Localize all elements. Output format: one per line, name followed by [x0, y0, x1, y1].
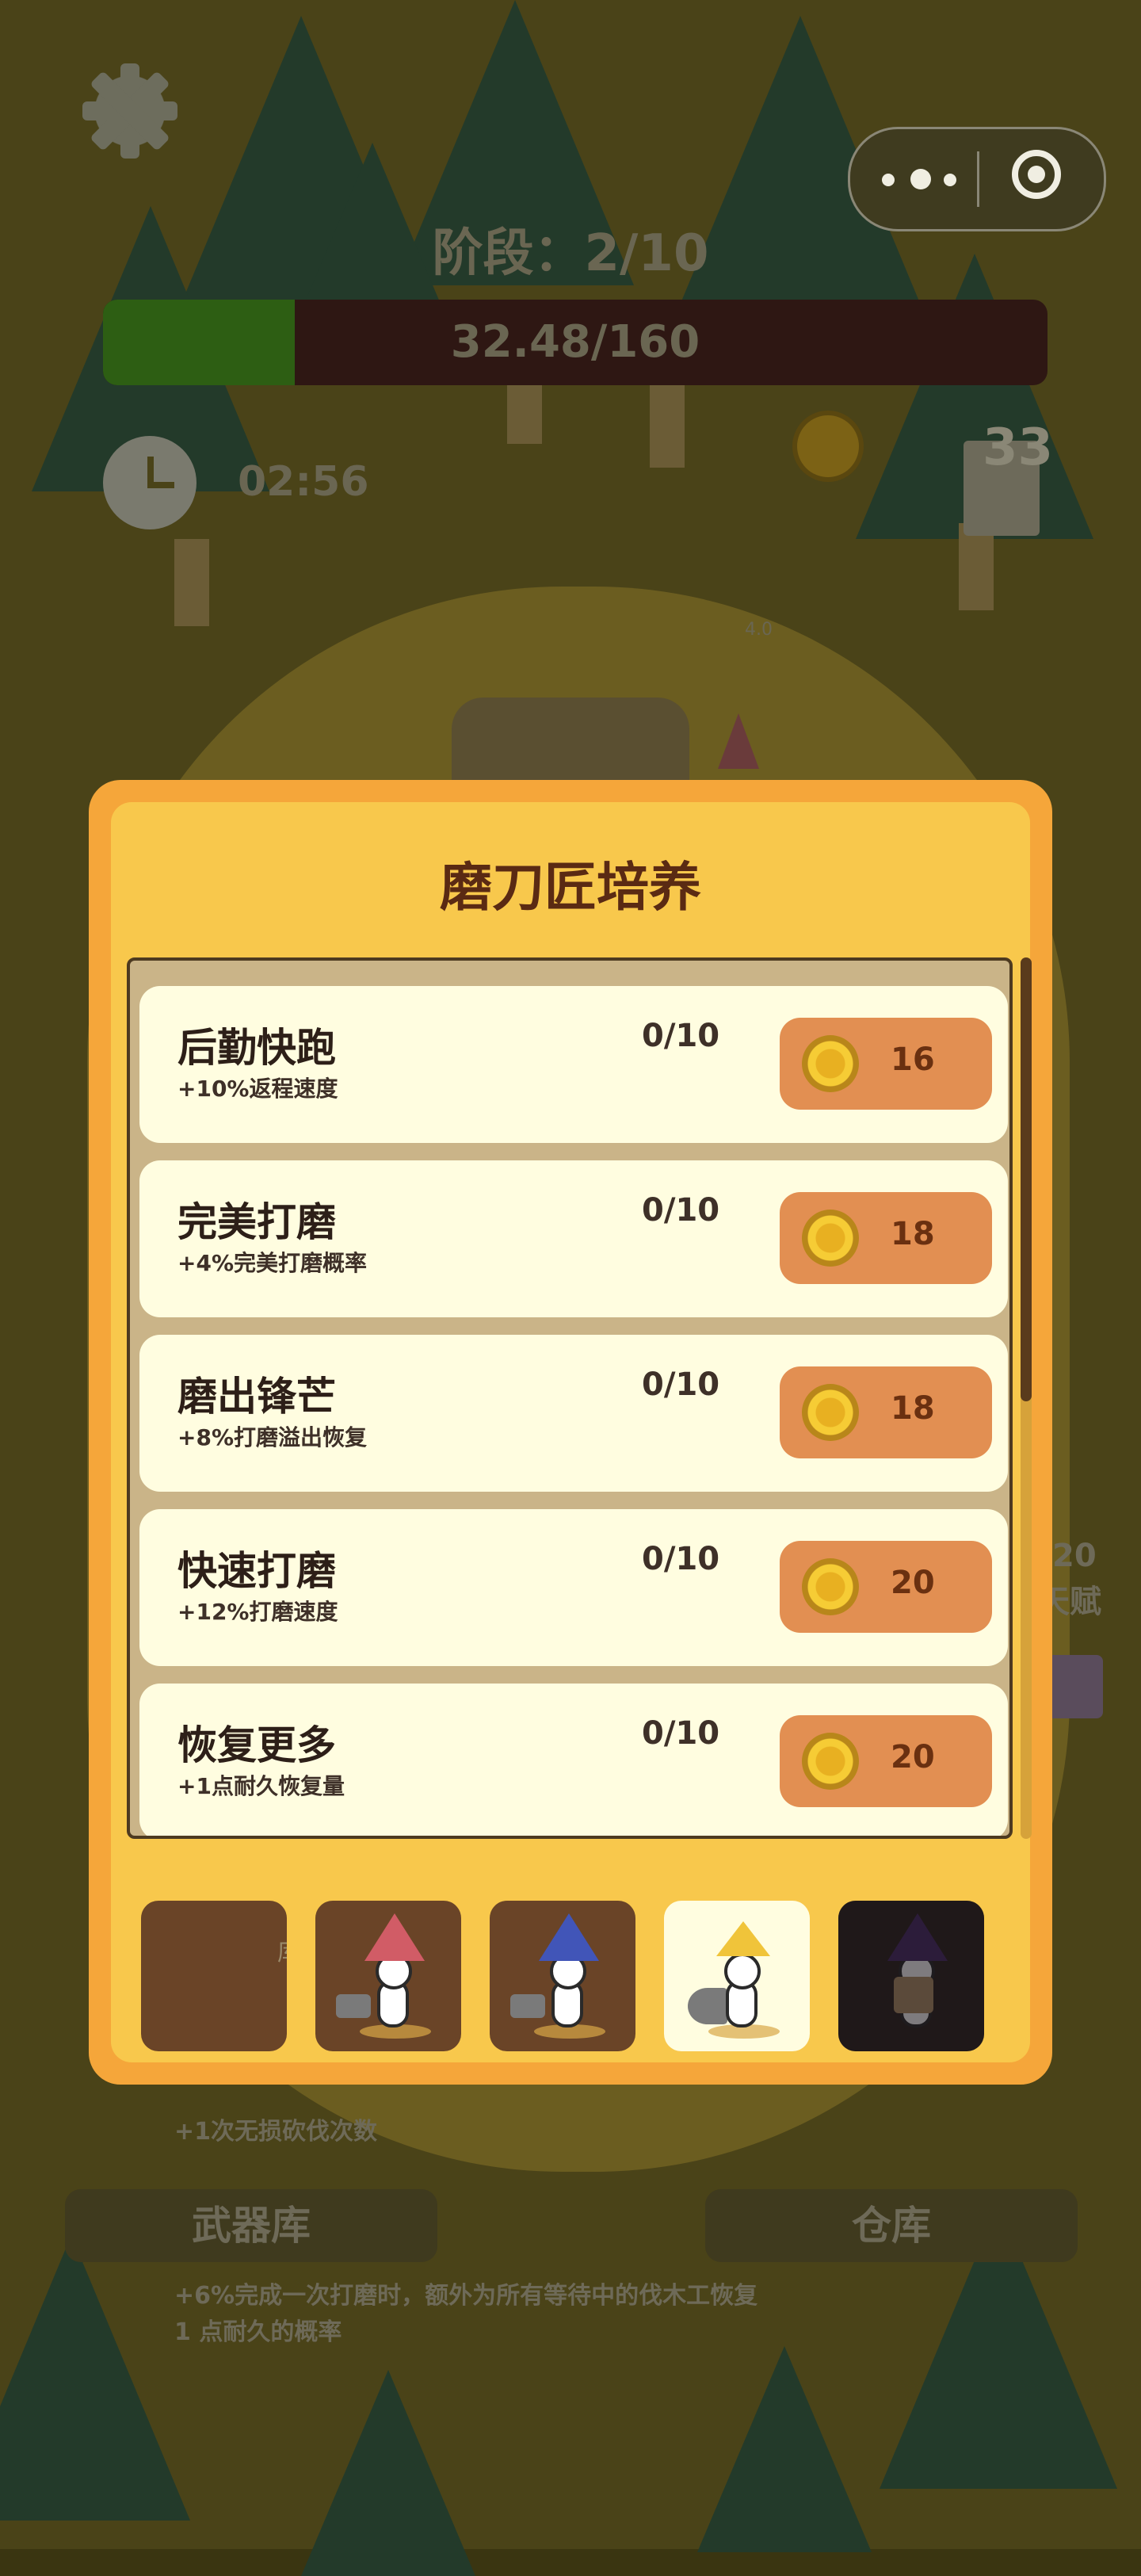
upgrade-cost: 20	[891, 1739, 935, 1775]
upgrade-row: 恢复更多 +1点耐久恢复量 0/10 20	[139, 1684, 1008, 1836]
upgrade-desc: +8%打磨溢出恢复	[177, 1424, 367, 1450]
upgrade-row: 后勤快跑 +10%返程速度 0/10 16	[139, 986, 1008, 1143]
upgrade-buy-button[interactable]: 18	[780, 1192, 992, 1284]
clock-icon	[103, 436, 197, 529]
dot	[910, 169, 931, 189]
dot	[882, 174, 895, 186]
side-talent-count: 20	[1052, 1538, 1097, 1574]
upgrade-list[interactable]: 后勤快跑 +10%返程速度 0/10 16 完美打磨 +4%完美打磨概率 0/1…	[127, 957, 1013, 1839]
upgrade-list-scrollbar[interactable]	[1021, 957, 1032, 1839]
blue-hat-icon	[539, 1913, 599, 1961]
building-bonus-desc: +6%完成一次打磨时，额外为所有等待中的伐木工恢复 1 点耐久的概率	[174, 2282, 758, 2346]
upgrade-name: 快速打磨	[177, 1548, 336, 1594]
upgrade-cost: 18	[891, 1216, 935, 1252]
upgrade-level: 0/10	[642, 1192, 720, 1229]
red-hat-icon	[364, 1913, 425, 1961]
pine-tree	[301, 2370, 475, 2576]
axe-icon	[510, 1994, 545, 2018]
tree-trunk	[174, 539, 209, 626]
character-slot-crown-selected[interactable]	[664, 1901, 810, 2051]
upgrade-desc: +4%完美打磨概率	[177, 1250, 367, 1276]
upgrade-cost: 18	[891, 1390, 935, 1427]
character-slot-empty[interactable]: 库阝	[141, 1901, 287, 2051]
upgrade-buy-button[interactable]: 18	[780, 1366, 992, 1458]
upgrade-level: 0/10	[642, 1366, 720, 1403]
locked-overlay	[838, 1901, 984, 2051]
crown-icon	[716, 1921, 770, 1956]
more-options-icon[interactable]	[882, 161, 969, 197]
tree-trunk	[959, 523, 994, 610]
upgrade-level: 0/10	[642, 1018, 720, 1054]
lock-icon	[894, 1977, 933, 2013]
axe-icon	[688, 1988, 727, 2024]
capsule-divider	[977, 151, 979, 207]
gnome-hat-icon	[718, 713, 759, 769]
upgrade-cost: 16	[891, 1041, 935, 1078]
dialog-title: 磨刀匠培养	[440, 857, 701, 918]
upgrade-desc: +12%打磨速度	[177, 1599, 338, 1625]
pine-tree	[697, 2346, 872, 2552]
upgrade-level: 0/10	[642, 1541, 720, 1577]
upgrade-name: 完美打磨	[177, 1199, 336, 1245]
upgrade-row: 快速打磨 +12%打磨速度 0/10 20	[139, 1509, 1008, 1666]
upgrade-row: 磨出锋芒 +8%打磨溢出恢复 0/10 18	[139, 1335, 1008, 1492]
character-slot-locked[interactable]	[838, 1901, 984, 2051]
character-slot-red-hat[interactable]	[315, 1901, 461, 2051]
resource-count: 33	[983, 419, 1054, 477]
axe-icon	[336, 1994, 371, 2018]
upgrade-buy-button[interactable]: 20	[780, 1541, 992, 1633]
tree-trunk	[650, 380, 685, 468]
upgrade-cost: 20	[891, 1565, 935, 1601]
scrollbar-thumb[interactable]	[1021, 957, 1032, 1401]
character-slot-blue-hat[interactable]	[490, 1901, 635, 2051]
warehouse-button[interactable]: 仓库	[705, 2189, 1078, 2262]
upgrade-name: 后勤快跑	[177, 1025, 336, 1071]
upgrade-desc: +1点耐久恢复量	[177, 1773, 345, 1799]
countdown-timer: 02:56	[238, 458, 369, 506]
upgrade-row: 完美打磨 +4%完美打磨概率 0/10 18	[139, 1160, 1008, 1317]
upgrade-name: 磨出锋芒	[177, 1374, 336, 1420]
coin-icon	[802, 1035, 859, 1092]
stage-label: 阶段：2/10	[432, 224, 709, 283]
character-head	[724, 1953, 761, 1989]
coin-icon	[802, 1733, 859, 1790]
weapon-armory-button[interactable]: 武器库	[65, 2189, 437, 2262]
building-bonus-label: +1次无损砍伐次数	[174, 2118, 378, 2146]
upgrade-buy-button[interactable]: 20	[780, 1715, 992, 1807]
coin-icon	[802, 1210, 859, 1267]
coin-icon	[802, 1558, 859, 1615]
dot	[944, 174, 956, 186]
close-miniprogram-icon[interactable]	[1012, 150, 1061, 199]
hidden-label: 库阝	[277, 1932, 287, 1967]
stage-progress-bar: 32.48/160	[103, 300, 1048, 385]
upgrade-buy-button[interactable]: 16	[780, 1018, 992, 1110]
tree-stump	[452, 698, 689, 793]
progress-text: 32.48/160	[450, 316, 700, 368]
coin-icon	[802, 1384, 859, 1441]
pine-tree	[0, 2235, 190, 2521]
settings-gear-icon[interactable]	[82, 63, 177, 159]
upgrade-desc: +10%返程速度	[177, 1076, 338, 1102]
upgrade-level: 0/10	[642, 1715, 720, 1752]
coin-icon	[792, 411, 864, 482]
floating-number: 4.0	[745, 620, 773, 640]
upgrade-name: 恢复更多	[177, 1722, 336, 1768]
